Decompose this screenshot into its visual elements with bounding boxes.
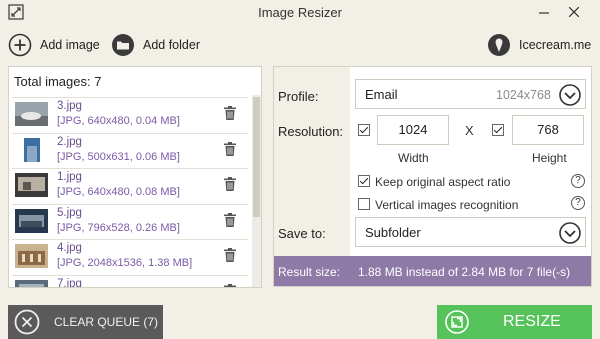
brand-label: Icecream.me xyxy=(519,38,592,52)
title-bar: Image Resizer xyxy=(0,0,600,26)
total-images-label: Total images: 7 xyxy=(14,74,102,89)
resize-label: RESIZE xyxy=(503,313,561,330)
chevron-down-icon xyxy=(559,84,581,106)
file-list: 3.jpg [JPG, 640x480, 0.04 MB] 2.jpg [JPG… xyxy=(12,97,248,289)
profile-select[interactable]: Email 1024x768 xyxy=(355,79,586,109)
resolution-label: Resolution: xyxy=(278,124,344,139)
add-image-label: Add image xyxy=(40,38,100,52)
vertical-recognition-label: Vertical images recognition xyxy=(375,198,519,212)
file-name: 2.jpg xyxy=(57,135,82,148)
keep-aspect-checkbox[interactable] xyxy=(358,175,370,187)
trash-icon[interactable] xyxy=(224,177,236,191)
add-folder-button[interactable]: Add folder xyxy=(111,32,200,58)
add-folder-label: Add folder xyxy=(143,38,200,52)
trash-icon[interactable] xyxy=(224,141,236,156)
file-row[interactable]: 5.jpg [JPG, 796x528, 0.26 MB] xyxy=(12,203,248,240)
file-name: 5.jpg xyxy=(57,206,82,219)
file-name: 1.jpg xyxy=(57,171,82,183)
plus-circle-icon xyxy=(8,33,32,57)
file-info: [JPG, 640x480, 0.04 MB] xyxy=(57,115,180,127)
thumbnail-image xyxy=(15,173,48,197)
trash-icon[interactable] xyxy=(224,212,236,227)
thumbnail-image xyxy=(15,137,48,162)
file-info: [JPG, 640x480, 0.08 MB] xyxy=(57,186,180,198)
resolution-separator: X xyxy=(465,123,474,138)
trash-icon[interactable] xyxy=(224,106,236,120)
help-icon[interactable]: ? xyxy=(571,196,585,210)
height-input[interactable]: 768 xyxy=(512,115,584,145)
chevron-down-icon xyxy=(559,222,581,244)
settings-label-column: Profile: Resolution: Save to: xyxy=(274,67,350,256)
close-button[interactable] xyxy=(560,1,588,23)
result-size-label: Result size: xyxy=(278,265,341,279)
result-size-value: 1.88 MB instead of 2.84 MB for 7 file(-s… xyxy=(358,265,571,279)
thumbnail-image xyxy=(15,102,48,126)
height-label: Height xyxy=(532,151,567,165)
file-queue-panel: Total images: 7 3.jpg [JPG, 640x480, 0.0… xyxy=(8,66,262,288)
width-checkbox[interactable] xyxy=(358,124,370,136)
keep-aspect-label: Keep original aspect ratio xyxy=(375,175,511,189)
queue-scrollbar[interactable] xyxy=(252,95,261,287)
resize-button[interactable]: RESIZE xyxy=(437,305,592,339)
save-to-select[interactable]: Subfolder xyxy=(355,217,586,247)
file-row[interactable]: 4.jpg [JPG, 2048x1536, 1.38 MB] xyxy=(12,239,248,275)
close-icon xyxy=(569,7,579,17)
vertical-recognition-checkbox[interactable] xyxy=(358,198,370,210)
file-row[interactable]: 2.jpg [JPG, 500x631, 0.06 MB] xyxy=(12,132,248,169)
thumbnail-image xyxy=(15,279,48,287)
clear-queue-button[interactable]: CLEAR QUEUE (7) xyxy=(8,305,163,339)
profile-value: Email xyxy=(365,87,398,102)
thumbnail-image xyxy=(15,244,48,268)
file-name: 7.jpg xyxy=(57,277,82,288)
file-row[interactable]: 1.jpg [JPG, 640x480, 0.08 MB] xyxy=(12,168,248,204)
file-info: [JPG, 2048x1536, 1.38 MB] xyxy=(57,257,193,269)
folder-icon xyxy=(112,34,134,56)
file-name: 3.jpg xyxy=(57,100,82,112)
file-name: 4.jpg xyxy=(57,242,82,254)
file-info: [JPG, 500x631, 0.06 MB] xyxy=(57,150,180,163)
add-image-button[interactable]: Add image xyxy=(8,32,100,58)
height-checkbox[interactable] xyxy=(492,124,504,136)
file-row[interactable]: 3.jpg [JPG, 640x480, 0.04 MB] xyxy=(12,97,248,133)
profile-hint: 1024x768 xyxy=(496,88,551,102)
file-row[interactable]: 7.jpg xyxy=(12,274,248,289)
minimize-icon xyxy=(539,12,549,14)
help-icon[interactable]: ? xyxy=(571,174,585,188)
resize-icon xyxy=(445,310,469,334)
result-size-bar: Result size: 1.88 MB instead of 2.84 MB … xyxy=(274,256,591,286)
save-to-value: Subfolder xyxy=(365,225,421,240)
width-input[interactable]: 1024 xyxy=(377,115,449,145)
brand-link[interactable]: Icecream.me xyxy=(487,32,591,58)
profile-label: Profile: xyxy=(278,89,319,104)
toolbar: Add image Add folder Icecream.me xyxy=(0,28,600,62)
trash-icon[interactable] xyxy=(224,283,236,289)
minimize-button[interactable] xyxy=(530,1,558,23)
icecream-logo-icon xyxy=(488,34,510,56)
window-title: Image Resizer xyxy=(258,5,342,20)
clear-queue-label: CLEAR QUEUE (7) xyxy=(54,315,159,329)
close-circle-icon xyxy=(14,309,40,335)
file-info: [JPG, 796x528, 0.26 MB] xyxy=(57,221,180,234)
width-label: Width xyxy=(398,151,429,165)
trash-icon[interactable] xyxy=(224,248,236,262)
settings-panel: Profile: Resolution: Save to: Email 1024… xyxy=(273,66,592,287)
save-to-label: Save to: xyxy=(278,226,326,241)
scrollbar-thumb[interactable] xyxy=(253,97,260,217)
thumbnail-image xyxy=(15,208,48,233)
